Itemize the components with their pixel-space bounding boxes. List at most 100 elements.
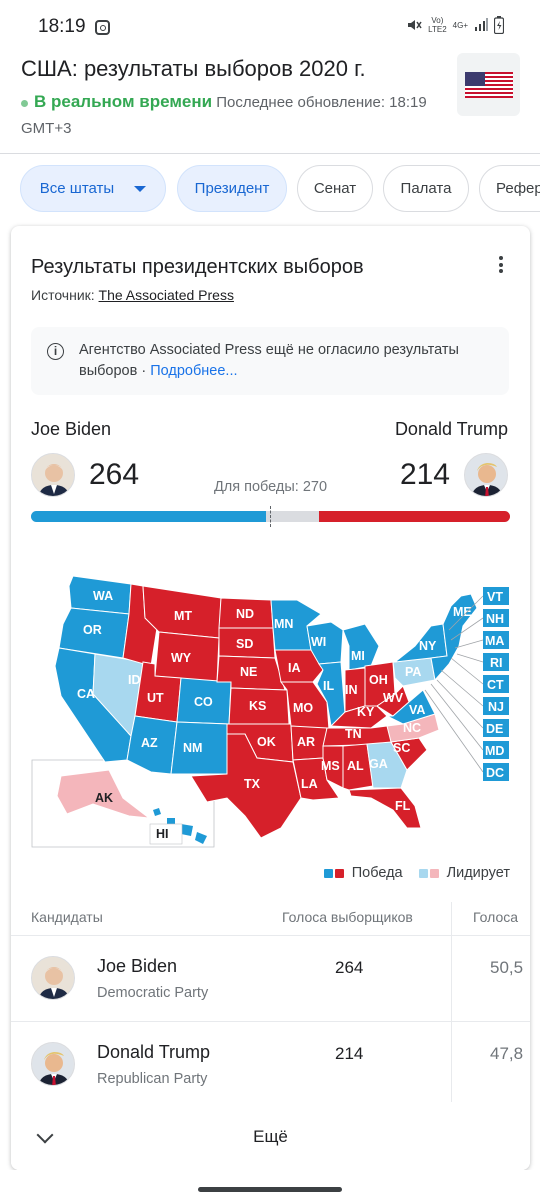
label-il: IL [323, 679, 334, 693]
chip-president[interactable]: Президент [177, 165, 287, 212]
chip-senate[interactable]: Сенат [297, 165, 373, 212]
system-nav-bar [0, 1170, 540, 1200]
candidate-left-name: Joe Biden [31, 419, 112, 439]
label-ak: AK [95, 791, 113, 805]
row-popular: 50,5 [490, 958, 524, 977]
state-mi [342, 623, 380, 671]
trump-bar-fill [319, 511, 510, 522]
row-name: Donald Trump [97, 1042, 211, 1062]
network-indicator: Vo) LTE2 [428, 16, 447, 34]
label-or: OR [83, 623, 102, 637]
trump-row-avatar [31, 1042, 75, 1086]
label-mi: MI [351, 649, 365, 663]
row-party: Republican Party [97, 1071, 208, 1087]
info-icon: i [47, 343, 64, 360]
to-win-label: Для победы: 270 [213, 479, 328, 495]
label-md: MD [485, 744, 504, 758]
label-ma: MA [485, 634, 504, 648]
us-flag-icon [464, 71, 513, 98]
label-la: LA [301, 777, 318, 791]
row-party: Democratic Party [97, 985, 209, 1001]
row-electoral: 214 [335, 1044, 364, 1063]
live-dot-icon [21, 99, 28, 107]
legend-lead: Лидирует [446, 865, 510, 881]
home-gesture-handle[interactable] [198, 1187, 342, 1192]
col-electoral: Голоса выборщиков [282, 909, 413, 925]
row-electoral: 264 [335, 958, 364, 977]
label-ny: NY [419, 639, 437, 653]
label-ks: KS [249, 699, 266, 713]
results-card: Результаты президентских выборов Источни… [11, 226, 530, 1170]
label-sc: SC [393, 741, 410, 755]
candidate-right-name: Donald Trump [394, 419, 508, 439]
label-sd: SD [236, 637, 253, 651]
source-line: Источник: The Associated Press [31, 287, 234, 303]
mute-icon [408, 20, 422, 30]
label-ia: IA [288, 661, 301, 675]
chip-all-states[interactable]: Все штаты [20, 165, 166, 212]
col-candidates: Кандидаты [31, 909, 103, 925]
notice-text: Агентство Associated Press ещё не огласи… [79, 342, 459, 379]
label-nm: NM [183, 741, 202, 755]
biden-bar-fill [31, 511, 266, 522]
chip-house[interactable]: Палата [383, 165, 469, 212]
results-header: США: результаты выборов 2020 г. В реальн… [0, 50, 540, 154]
label-nj: NJ [488, 700, 504, 714]
live-status: В реальном времени Последнее обновление:… [21, 89, 451, 142]
label-ar: AR [297, 735, 315, 749]
live-label: В реальном времени [34, 92, 213, 111]
label-mo: MO [293, 701, 313, 715]
label-wv: WV [383, 691, 404, 705]
signal-icon [475, 18, 488, 31]
row-name: Joe Biden [97, 956, 178, 976]
label-nc: NC [403, 721, 421, 735]
signal-type: 4G+ [452, 20, 468, 30]
win-threshold-marker [270, 506, 271, 527]
label-co: CO [194, 695, 213, 709]
learn-more-link[interactable]: Подробнее... [150, 363, 237, 379]
label-vt: VT [487, 590, 503, 604]
us-electoral-map[interactable]: WA OR CA ID MT WY UT CO AZ NM ND SD NE K… [31, 566, 511, 856]
row-popular: 47,8 [490, 1044, 524, 1063]
map-legend: Победа Лидирует [323, 865, 510, 881]
label-dc: DC [486, 766, 504, 780]
chevron-down-icon [134, 185, 147, 192]
label-oh: OH [369, 673, 388, 687]
label-wy: WY [171, 651, 192, 665]
filter-chips: Все штаты Президент Сенат Палата Референ… [0, 164, 540, 214]
status-icons: Vo) LTE2 4G+ [406, 16, 504, 34]
label-fl: FL [395, 799, 411, 813]
label-al: AL [347, 759, 364, 773]
chip-referendums[interactable]: Референдумы [479, 165, 540, 212]
col-popular: Голоса [473, 909, 519, 925]
table-row[interactable]: Donald Trump Republican Party 214 47,8 [11, 1022, 530, 1108]
clock: 18:19 [38, 16, 86, 37]
label-ky: KY [357, 705, 375, 719]
more-options-icon[interactable] [498, 256, 504, 274]
label-mn: MN [274, 617, 293, 631]
label-va: VA [409, 703, 425, 717]
label-nd: ND [236, 607, 254, 621]
page-title: США: результаты выборов 2020 г. [21, 56, 366, 81]
table-row[interactable]: Joe Biden Democratic Party 264 50,5 [11, 936, 530, 1022]
label-de: DE [486, 722, 503, 736]
label-ct: CT [487, 678, 504, 692]
label-nh: NH [486, 612, 504, 626]
small-states-column: VT NH MA RI CT NJ DE MD DC [483, 587, 509, 781]
label-ne: NE [240, 665, 257, 679]
notice-box: i Агентство Associated Press ещё не огла… [31, 327, 509, 395]
label-az: AZ [141, 736, 158, 750]
battery-icon [494, 16, 504, 34]
results-table-header: Кандидаты Голоса выборщиков Голоса [11, 902, 530, 936]
label-ga: GA [369, 757, 388, 771]
label-ca: CA [77, 687, 95, 701]
flag-button[interactable] [457, 53, 520, 116]
label-ut: UT [147, 691, 164, 705]
source-link[interactable]: The Associated Press [99, 287, 234, 303]
show-more-button[interactable]: Ещё [11, 1105, 530, 1170]
label-ok: OK [257, 735, 276, 749]
label-hi: HI [156, 827, 169, 841]
instagram-icon [95, 20, 110, 35]
label-tn: TN [345, 727, 362, 741]
label-in: IN [345, 683, 358, 697]
